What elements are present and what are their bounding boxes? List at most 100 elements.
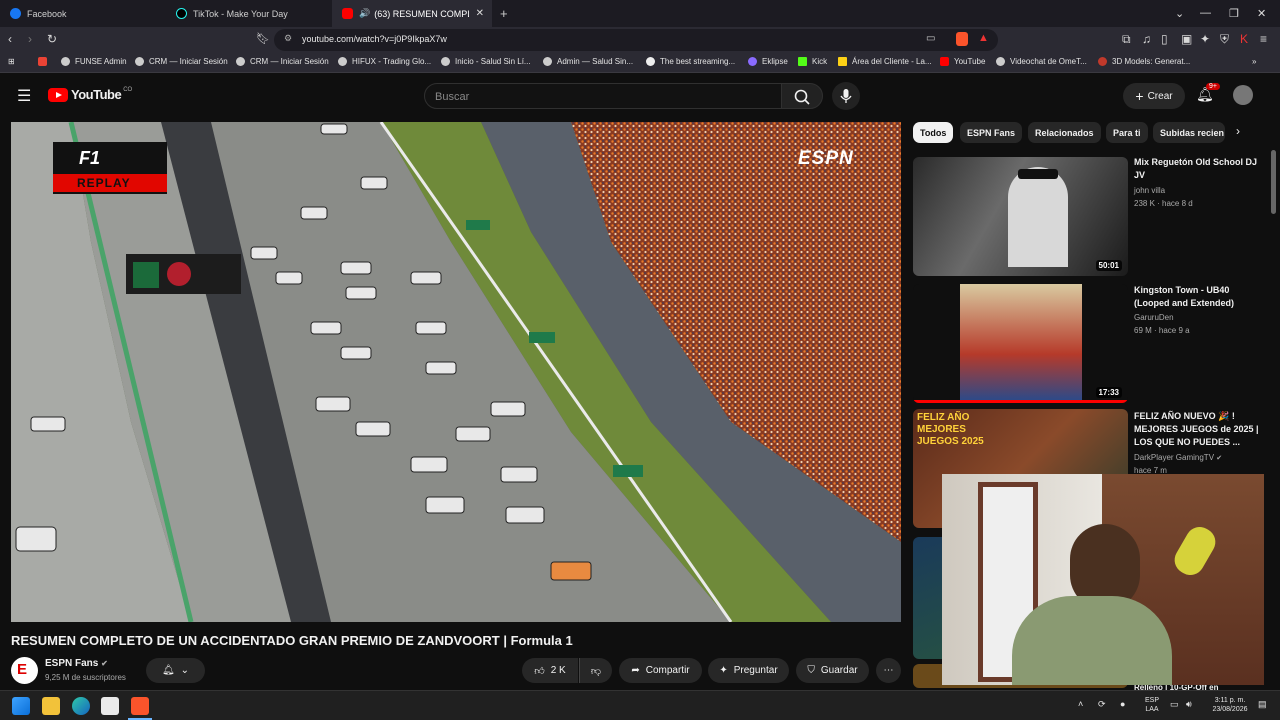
network-icon[interactable]: ▭ <box>1170 700 1179 709</box>
leo-icon[interactable]: ✦ <box>1200 32 1210 46</box>
video-player[interactable]: F1 REPLAY ESPN <box>11 122 901 622</box>
notifications-button[interactable]: 🔔︎ 9+ <box>1196 83 1220 103</box>
filter-chip-espn-fans[interactable]: ESPN Fans <box>960 122 1023 143</box>
bookmark-item[interactable]: YouTube <box>940 57 985 66</box>
bookmark-item[interactable]: Admin — Salud Sin... <box>543 57 633 66</box>
forward-icon[interactable]: › <box>28 32 32 46</box>
rec-channel[interactable]: GaruruDen <box>1134 312 1174 323</box>
more-actions-button[interactable]: ⋯ <box>876 658 901 683</box>
avatar[interactable] <box>1233 85 1253 105</box>
bookmark-item[interactable]: HIFUX - Trading Glo... <box>338 57 431 66</box>
filter-chip-para-ti[interactable]: Para ti <box>1106 122 1148 143</box>
brave-shields-icon[interactable] <box>956 32 968 46</box>
voice-search-button[interactable] <box>832 82 860 110</box>
more-bookmarks-icon[interactable]: » <box>1252 57 1256 66</box>
minimize-button[interactable]: — <box>1200 7 1211 19</box>
bookmark-item[interactable]: 3D Models: Generat... <box>1098 57 1190 66</box>
bookmark-icon[interactable]: 🔖︎ <box>256 32 270 45</box>
create-button[interactable]: + Crear <box>1123 83 1185 109</box>
brave-icon[interactable] <box>131 697 149 715</box>
guide-menu-icon[interactable]: ☰ <box>17 86 31 106</box>
bell-icon: 🔔︎ <box>161 665 175 676</box>
create-label: Crear <box>1147 90 1173 102</box>
search-button[interactable] <box>781 83 823 109</box>
close-window-button[interactable]: ✕ <box>1257 7 1266 20</box>
extensions-icon[interactable]: ⧉ <box>1122 32 1131 47</box>
bookmark-label: Inicio - Salud Sin Lí... <box>455 57 531 66</box>
volume-icon[interactable]: 🔊︎ <box>1186 700 1192 709</box>
reload-icon[interactable]: ↻ <box>47 32 57 46</box>
share-button[interactable]: ➦ Compartir <box>619 658 702 683</box>
dislike-button[interactable]: 👎︎ <box>579 658 612 683</box>
rec-title[interactable]: Kingston Town - UB40 (Looped and Extende… <box>1134 284 1260 310</box>
video-frame <box>11 122 901 622</box>
bookmark-item[interactable]: CRM — Iniciar Sesión <box>236 57 329 66</box>
new-tab-button[interactable]: + <box>500 6 508 21</box>
rec-channel[interactable]: john villa <box>1134 185 1165 196</box>
bookmark-item[interactable]: The best streaming... <box>646 57 735 66</box>
channel-name[interactable]: ESPN Fans ✔ <box>45 658 108 669</box>
sidebar-icon[interactable]: ▯ <box>1161 32 1168 46</box>
bookmark-label: Kick <box>812 57 828 66</box>
rec-thumbnail[interactable]: 17:33 <box>913 284 1128 403</box>
maximize-button[interactable]: ❐ <box>1229 7 1239 20</box>
rec-thumbnail[interactable]: 50:01 <box>913 157 1128 276</box>
page-scrollbar[interactable] <box>1271 150 1276 214</box>
back-icon[interactable]: ‹ <box>8 32 12 46</box>
profile-icon[interactable]: K <box>1240 32 1248 46</box>
rec-channel[interactable]: DarkPlayer GamingTV ✔ <box>1134 452 1222 464</box>
wallet-icon[interactable]: ▣ <box>1181 32 1192 46</box>
filter-chip-todos[interactable]: Todos <box>913 122 954 143</box>
save-button[interactable]: ⛉ Guardar <box>796 658 869 683</box>
like-button[interactable]: 👍︎ 2 K <box>522 658 578 683</box>
bookmark-item[interactable]: FUNSE Admin <box>61 57 127 66</box>
address-bar[interactable]: ⚙ youtube.com/watch?v=j0P9IkpaX7w ▭ ▲ <box>274 29 998 51</box>
browser-tab-bar: Facebook TikTok - Make Your Day 🔊 (63) R… <box>0 0 1280 27</box>
channel-avatar[interactable]: E <box>11 657 38 684</box>
tab-label: (63) RESUMEN COMPLETO DE <box>374 8 469 19</box>
mic-icon[interactable]: ● <box>1120 700 1125 709</box>
media-icon[interactable]: ♫ <box>1142 32 1151 46</box>
close-tab-icon[interactable]: ✕ <box>476 8 484 19</box>
cast-icon[interactable]: ▭ <box>926 33 935 44</box>
chevron-down-icon: ⌄ <box>180 665 190 676</box>
rec-title[interactable]: Mix Reguetón Old School DJ JV <box>1134 156 1260 182</box>
subscription-bell-button[interactable]: 🔔︎ ⌄ <box>146 658 205 683</box>
apps-icon[interactable]: ⊞ <box>8 57 15 66</box>
file-explorer-icon[interactable] <box>42 697 60 715</box>
windows-start-icon[interactable] <box>12 697 30 715</box>
menu-icon[interactable]: ≡ <box>1260 32 1267 46</box>
brave-rewards-icon[interactable]: ▲ <box>978 32 989 44</box>
f1-logo-text: F1 <box>79 148 101 168</box>
tray-chevron-icon[interactable]: ˄ <box>1078 700 1083 709</box>
language-indicator[interactable]: ESP LAA <box>1140 696 1164 714</box>
bookmark-icon: ⛉ <box>807 665 815 676</box>
tab-youtube[interactable]: 🔊 (63) RESUMEN COMPLETO DE ✕ <box>332 0 492 27</box>
filter-chip-relacionados[interactable]: Relacionados <box>1028 122 1101 143</box>
youtube-logo[interactable]: YouTube CO <box>48 87 132 102</box>
bookmark-label: 3D Models: Generat... <box>1112 57 1191 66</box>
search-input[interactable]: Buscar <box>424 83 782 109</box>
bookmark-item[interactable]: Área del Cliente - La... <box>838 57 932 66</box>
tab-list-icon[interactable]: ⌄ <box>1175 7 1184 20</box>
bookmark-gmail[interactable] <box>38 57 52 66</box>
search-icon <box>794 89 810 105</box>
tab-facebook[interactable]: Facebook <box>0 0 165 27</box>
bookmark-item[interactable]: Kick <box>798 57 827 66</box>
ask-button[interactable]: ✦ Preguntar <box>708 658 789 683</box>
rec-title[interactable]: FELIZ AÑO NUEVO 🎉 ! MEJORES JUEGOS de 20… <box>1134 410 1260 449</box>
bookmark-item[interactable]: Eklipse <box>748 57 788 66</box>
sync-icon[interactable]: ⟳ <box>1098 700 1106 709</box>
store-icon[interactable] <box>101 697 119 715</box>
vpn-icon[interactable]: ⛨ <box>1220 32 1229 47</box>
chevron-right-icon[interactable]: › <box>1236 124 1240 138</box>
bookmark-item[interactable]: CRM — Iniciar Sesión <box>135 57 228 66</box>
clock[interactable]: 3:11 p. m. 23/08/2026 <box>1205 696 1255 714</box>
notification-center-icon[interactable]: ▤ <box>1258 700 1267 709</box>
bookmark-item[interactable]: Videochat de OmeT... <box>996 57 1087 66</box>
tab-tiktok[interactable]: TikTok - Make Your Day <box>166 0 331 27</box>
site-info-icon[interactable]: ⚙ <box>284 33 292 44</box>
edge-icon[interactable] <box>72 697 90 715</box>
bookmark-item[interactable]: Inicio - Salud Sin Lí... <box>441 57 531 66</box>
filter-chip-subidas[interactable]: Subidas recien <box>1153 122 1225 143</box>
